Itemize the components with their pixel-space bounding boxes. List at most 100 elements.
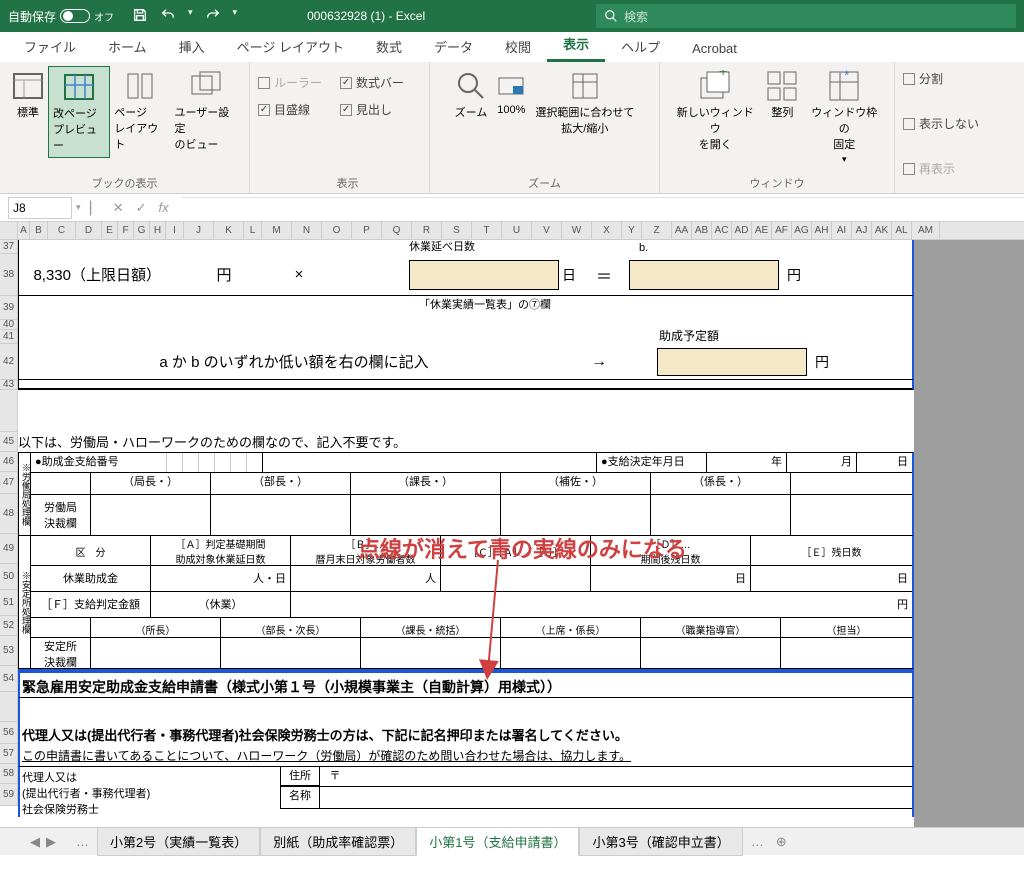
gridlines-checkbox[interactable]: ✓目盛線 bbox=[258, 101, 322, 118]
tab-insert[interactable]: 挿入 bbox=[163, 31, 221, 62]
fx-icon[interactable]: fx bbox=[159, 200, 169, 216]
group-zoom-label: ズーム bbox=[430, 175, 659, 191]
ribbon: 標準 改ページ プレビュー ページ レイアウト ユーザー設定 のビュー ブックの… bbox=[0, 62, 1024, 194]
search-placeholder: 検索 bbox=[624, 8, 648, 25]
confirm-note: この申請書に書いてあることについて、ハローワーク（労働局）が確認のため問い合わせ… bbox=[18, 747, 914, 767]
tab-home[interactable]: ホーム bbox=[92, 31, 163, 62]
sheet-tabs: ◀ ▶ … 小第2号（実績一覧表） 別紙（助成率確認票） 小第1号（支給申請書）… bbox=[0, 827, 1024, 855]
pagebreak-view-button[interactable]: 改ページ プレビュー bbox=[48, 66, 110, 158]
day-label: 日 bbox=[856, 453, 912, 472]
qat-customize[interactable]: ▾ bbox=[233, 7, 238, 26]
upper-limit: 8,330（上限日額） bbox=[19, 264, 169, 285]
grant-number-label: ●助成金支給番号 bbox=[31, 453, 151, 472]
tab-acrobat[interactable]: Acrobat bbox=[676, 35, 753, 62]
search-box[interactable]: 検索 bbox=[596, 4, 1016, 28]
staff: （担当） bbox=[781, 618, 912, 637]
days-input[interactable] bbox=[409, 260, 559, 290]
group-window-label: ウィンドウ bbox=[660, 175, 894, 191]
labor-approval: 労働局 決裁欄 bbox=[31, 495, 91, 535]
formula-input[interactable] bbox=[181, 197, 1024, 219]
tab-review[interactable]: 校閲 bbox=[489, 31, 547, 62]
formula-bar: J8 ▾ | ✕ ✓ fx bbox=[0, 194, 1024, 222]
multiply-label: × bbox=[279, 266, 319, 283]
autosave-state: オフ bbox=[94, 9, 114, 24]
equals-label: ＝ bbox=[579, 263, 629, 287]
custom-view-button[interactable]: ユーザー設定 のビュー bbox=[171, 66, 242, 158]
row-headers[interactable]: 3738 3940 4142 43 4546 4748 4950 5152 53… bbox=[0, 240, 18, 806]
save-icon[interactable] bbox=[132, 7, 148, 26]
name-box[interactable]: J8 bbox=[8, 197, 72, 219]
add-sheet-button[interactable]: ⊕ bbox=[776, 834, 787, 850]
namebox-dropdown[interactable]: ▾ bbox=[76, 202, 81, 213]
category-label: 区 分 bbox=[31, 536, 151, 565]
sheet-tab-4[interactable]: 小第3号（確認申立書） bbox=[579, 827, 742, 856]
tab-data[interactable]: データ bbox=[418, 31, 489, 62]
tab-file[interactable]: ファイル bbox=[8, 31, 92, 62]
postal-label: 〒 bbox=[320, 767, 350, 786]
yen-label3: 円 bbox=[807, 352, 837, 372]
zoom-selection-button[interactable]: 選択範囲に合わせて 拡大/縮小 bbox=[531, 66, 638, 140]
e-remain: ［Ｅ］残日数 bbox=[751, 536, 912, 565]
person-label: 人 bbox=[291, 566, 441, 591]
zoom100-button[interactable]: 100% bbox=[491, 66, 531, 140]
tab-next-icon[interactable]: ▶ bbox=[46, 834, 56, 850]
toggle-switch[interactable] bbox=[60, 9, 90, 23]
final-amount-input[interactable] bbox=[657, 348, 807, 376]
undo-dropdown[interactable]: ▾ bbox=[188, 7, 193, 26]
redo-icon[interactable] bbox=[205, 7, 221, 26]
tab-view[interactable]: 表示 bbox=[547, 28, 605, 62]
sheet-tab-3[interactable]: 小第1号（支給申請書） bbox=[416, 827, 579, 856]
days-header: 休業延べ日数 bbox=[409, 238, 475, 254]
ruler-checkbox: ルーラー bbox=[258, 74, 322, 91]
sheet-tab-1[interactable]: 小第2号（実績一覧表） bbox=[97, 827, 260, 856]
b-amount-input[interactable] bbox=[629, 260, 779, 290]
tab-pagelayout[interactable]: ページ レイアウト bbox=[221, 31, 360, 62]
leave-label: （休業） bbox=[151, 592, 291, 617]
section-note: 以下は、労働局・ハローワークのための欄なので、記入不要です。 bbox=[18, 432, 914, 452]
freeze-button[interactable]: *ウィンドウ枠の 固定▾ bbox=[802, 66, 886, 169]
day-label3: 日 bbox=[751, 566, 912, 591]
formulabar-checkbox[interactable]: ✓数式バー bbox=[340, 74, 404, 91]
sheet-tab-2[interactable]: 別紙（助成率確認票） bbox=[260, 827, 416, 856]
yen-label2: 円 bbox=[779, 265, 809, 285]
instruction: a か b のいずれか低い額を右の欄に記入 bbox=[19, 351, 569, 372]
sheet-content[interactable]: 休業延べ日数 b. 8,330（上限日額） 円 × 日 ＝ 円 「休業実績一覧表」… bbox=[18, 240, 1024, 817]
day-label2: 日 bbox=[591, 566, 751, 591]
autosave-label: 自動保存 bbox=[8, 8, 56, 25]
enter-icon[interactable]: ✓ bbox=[136, 200, 147, 216]
pagelayout-view-button[interactable]: ページ レイアウト bbox=[110, 66, 170, 158]
note-col7: 「休業実績一覧表」の⑦欄 bbox=[18, 296, 914, 320]
yen-f: 円 bbox=[291, 592, 912, 617]
hide-checkbox[interactable]: 表示しない bbox=[903, 115, 979, 132]
autosave-toggle[interactable]: 自動保存 オフ bbox=[8, 8, 114, 25]
titlebar: 自動保存 オフ ▾ ▾ 000632928 (1) - Excel 検索 bbox=[0, 0, 1024, 32]
search-icon bbox=[604, 9, 618, 23]
arrange-button[interactable]: 整列 bbox=[762, 66, 802, 169]
column-headers[interactable]: AB CD EF GH IJ KL MN OP QR ST UV WX YZ A… bbox=[0, 222, 1024, 240]
expected-amount-label: 助成予定額 bbox=[659, 327, 719, 344]
normal-view-button[interactable]: 標準 bbox=[8, 66, 48, 158]
tab-help[interactable]: ヘルプ bbox=[605, 31, 676, 62]
dept2: （部長・次長） bbox=[221, 618, 361, 637]
stability-approval: 安定所 決裁欄 bbox=[31, 638, 91, 668]
side-label1: ※労働局処理欄 bbox=[19, 453, 31, 535]
select-all[interactable] bbox=[0, 222, 18, 239]
group-views-label: ブックの表示 bbox=[0, 175, 249, 191]
yen-label: 円 bbox=[169, 264, 279, 285]
tab-formulas[interactable]: 数式 bbox=[360, 31, 418, 62]
svg-text:*: * bbox=[844, 70, 850, 83]
tab-prev-icon[interactable]: ◀ bbox=[30, 834, 40, 850]
cancel-icon[interactable]: ✕ bbox=[113, 200, 124, 216]
new-window-button[interactable]: +新しいウィンドウ を開く bbox=[668, 66, 762, 169]
svg-text:+: + bbox=[719, 70, 727, 79]
agent-note: 代理人又は(提出代行者・事務代理者)社会保険労務士の方は、下記に記名押印または署… bbox=[18, 725, 914, 747]
zoom-button[interactable]: ズーム bbox=[451, 66, 492, 140]
annotation-arrow bbox=[478, 560, 518, 680]
b-label: b. bbox=[639, 242, 648, 254]
split-checkbox[interactable]: 分割 bbox=[903, 70, 943, 87]
headings-checkbox[interactable]: ✓見出し bbox=[340, 101, 404, 118]
director2: （所長） bbox=[91, 618, 221, 637]
a-period: ［Ａ］判定基礎期間 助成対象休業延日数 bbox=[151, 536, 291, 565]
doc-title: 緊急雇用安定助成金支給申請書（様式小第１号（小規模事業主（自動計算）用様式）） bbox=[18, 671, 914, 697]
undo-icon[interactable] bbox=[160, 7, 176, 26]
